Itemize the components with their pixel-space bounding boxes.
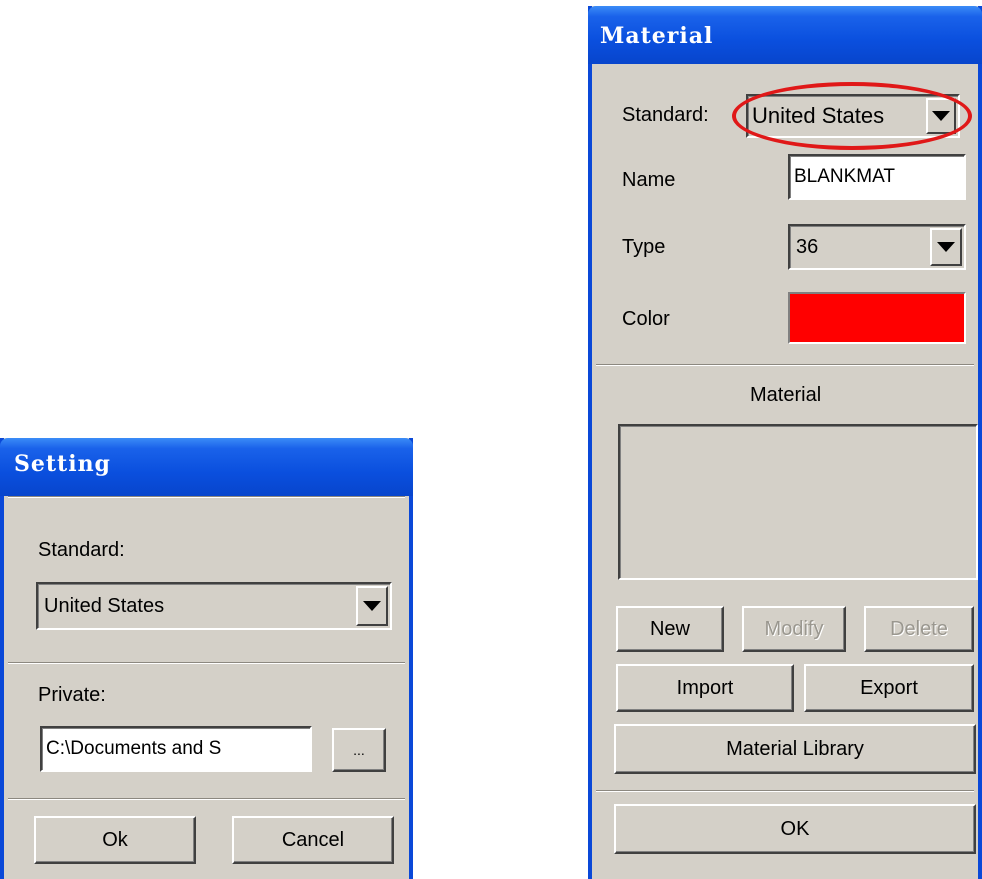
material-type-select[interactable]: 36 xyxy=(788,224,966,270)
divider xyxy=(596,790,974,792)
setting-title: Setting xyxy=(14,451,111,477)
material-standard-select[interactable]: United States xyxy=(746,94,960,138)
ok-label: OK xyxy=(780,817,810,840)
setting-private-label: Private: xyxy=(38,684,106,706)
chevron-down-icon xyxy=(932,111,950,121)
material-color-label: Color xyxy=(622,308,670,330)
library-label: Material Library xyxy=(726,737,864,760)
material-library-button[interactable]: Material Library xyxy=(614,724,976,774)
browse-label: ... xyxy=(353,742,365,758)
material-ok-button[interactable]: OK xyxy=(614,804,976,854)
material-title-bar[interactable]: Material xyxy=(588,6,982,64)
material-color-swatch[interactable] xyxy=(788,292,966,344)
divider xyxy=(8,798,405,800)
material-name-input[interactable]: BLANKMAT xyxy=(788,154,966,200)
modify-label: Modify xyxy=(764,617,824,640)
material-export-button[interactable]: Export xyxy=(804,664,974,712)
material-standard-dropdown-button[interactable] xyxy=(926,98,956,134)
setting-standard-select[interactable]: United States xyxy=(36,582,392,630)
setting-ok-button[interactable]: Ok xyxy=(34,816,196,864)
material-type-label: Type xyxy=(622,236,666,258)
setting-title-bar[interactable]: Setting xyxy=(0,438,413,496)
chevron-down-icon xyxy=(363,601,381,611)
material-type-value: 36 xyxy=(796,235,819,258)
setting-dialog: Setting Standard: United States Private:… xyxy=(0,438,413,879)
material-import-button[interactable]: Import xyxy=(616,664,794,712)
ok-label: Ok xyxy=(102,828,128,851)
material-title: Material xyxy=(600,23,714,49)
setting-private-path-input[interactable]: C:\Documents and S xyxy=(40,726,312,772)
material-delete-button[interactable]: Delete xyxy=(864,606,974,652)
material-listbox[interactable] xyxy=(618,424,978,580)
color-fill xyxy=(790,294,964,342)
new-label: New xyxy=(649,617,690,640)
chevron-down-icon xyxy=(937,242,955,252)
setting-standard-value: United States xyxy=(44,594,165,617)
material-name-value: BLANKMAT xyxy=(794,166,896,187)
setting-private-path-value: C:\Documents and S xyxy=(46,738,222,759)
delete-label: Delete xyxy=(890,617,948,640)
setting-standard-label: Standard: xyxy=(38,539,125,561)
material-dialog: Material Standard: United States Name BL… xyxy=(588,6,982,879)
setting-standard-dropdown-button[interactable] xyxy=(356,586,388,626)
divider xyxy=(596,364,974,366)
material-list-label: Material xyxy=(750,384,822,406)
material-type-dropdown-button[interactable] xyxy=(930,228,962,266)
import-label: Import xyxy=(676,676,734,699)
material-standard-value: United States xyxy=(752,103,885,128)
material-modify-button[interactable]: Modify xyxy=(742,606,846,652)
material-new-button[interactable]: New xyxy=(616,606,724,652)
setting-browse-button[interactable]: ... xyxy=(332,728,386,772)
setting-cancel-button[interactable]: Cancel xyxy=(232,816,394,864)
material-standard-label: Standard: xyxy=(622,104,709,126)
material-name-label: Name xyxy=(622,169,676,191)
divider xyxy=(8,496,405,498)
divider xyxy=(8,662,405,664)
cancel-label: Cancel xyxy=(281,828,345,851)
export-label: Export xyxy=(860,676,918,699)
